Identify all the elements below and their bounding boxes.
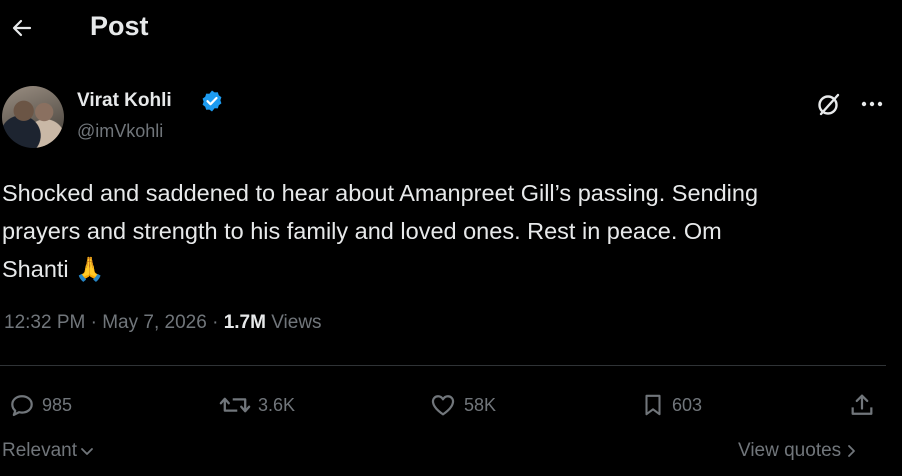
- bookmark-count: 603: [672, 394, 703, 415]
- meta-separator: ·: [212, 312, 219, 333]
- page-title: Post: [90, 11, 149, 41]
- reply-icon: [11, 395, 33, 417]
- repost-icon: [219, 397, 251, 413]
- tweet-line-text: Shanti: [2, 256, 69, 282]
- author-handle[interactable]: @imVkohli: [77, 121, 163, 142]
- view-quotes-label: View quotes: [738, 440, 842, 461]
- meta-separator: ·: [90, 312, 97, 333]
- reply-button[interactable]: 985: [8, 388, 72, 422]
- avatar[interactable]: [2, 86, 64, 148]
- repost-button[interactable]: 3.6K: [218, 388, 295, 422]
- tweet-date[interactable]: May 7, 2026: [102, 312, 207, 333]
- chevron-right-icon: [848, 445, 856, 457]
- more-icon: [861, 101, 883, 107]
- grok-icon[interactable]: [815, 90, 843, 118]
- tweet-meta: 12:32 PM · May 7, 2026 · 1.7M Views: [4, 312, 322, 334]
- reply-sort-dropdown[interactable]: Relevant: [2, 440, 95, 462]
- tweet-time[interactable]: 12:32 PM: [4, 312, 85, 333]
- tweet-text: Shocked and saddened to hear about Amanp…: [2, 174, 894, 288]
- back-arrow-icon: [12, 19, 32, 37]
- author-name[interactable]: Virat Kohli: [77, 90, 172, 112]
- share-button[interactable]: [848, 388, 876, 422]
- verified-badge-icon: [202, 90, 222, 112]
- folded-hands-emoji: 🙏: [75, 256, 105, 282]
- like-button[interactable]: 58K: [428, 388, 496, 422]
- tweet-line: Shocked and saddened to hear about Amanp…: [2, 180, 759, 206]
- reply-count: 985: [42, 394, 73, 415]
- chevron-down-icon: [81, 448, 93, 455]
- more-button[interactable]: [858, 90, 886, 118]
- view-quotes-link[interactable]: View quotes: [738, 440, 859, 462]
- share-icon: [851, 394, 873, 415]
- tweet-line: Shanti 🙏: [2, 250, 894, 288]
- like-icon: [431, 395, 455, 416]
- tweet-line: prayers and strength to his family and l…: [2, 218, 722, 244]
- divider: [0, 365, 886, 366]
- views-count: 1.7M: [223, 312, 266, 333]
- back-button[interactable]: [4, 10, 40, 46]
- bookmark-button[interactable]: 603: [640, 388, 702, 422]
- bookmark-icon: [645, 394, 661, 416]
- sort-label: Relevant: [2, 440, 77, 461]
- repost-count: 3.6K: [258, 394, 296, 415]
- like-count: 58K: [464, 394, 497, 415]
- views-label: Views: [271, 312, 322, 333]
